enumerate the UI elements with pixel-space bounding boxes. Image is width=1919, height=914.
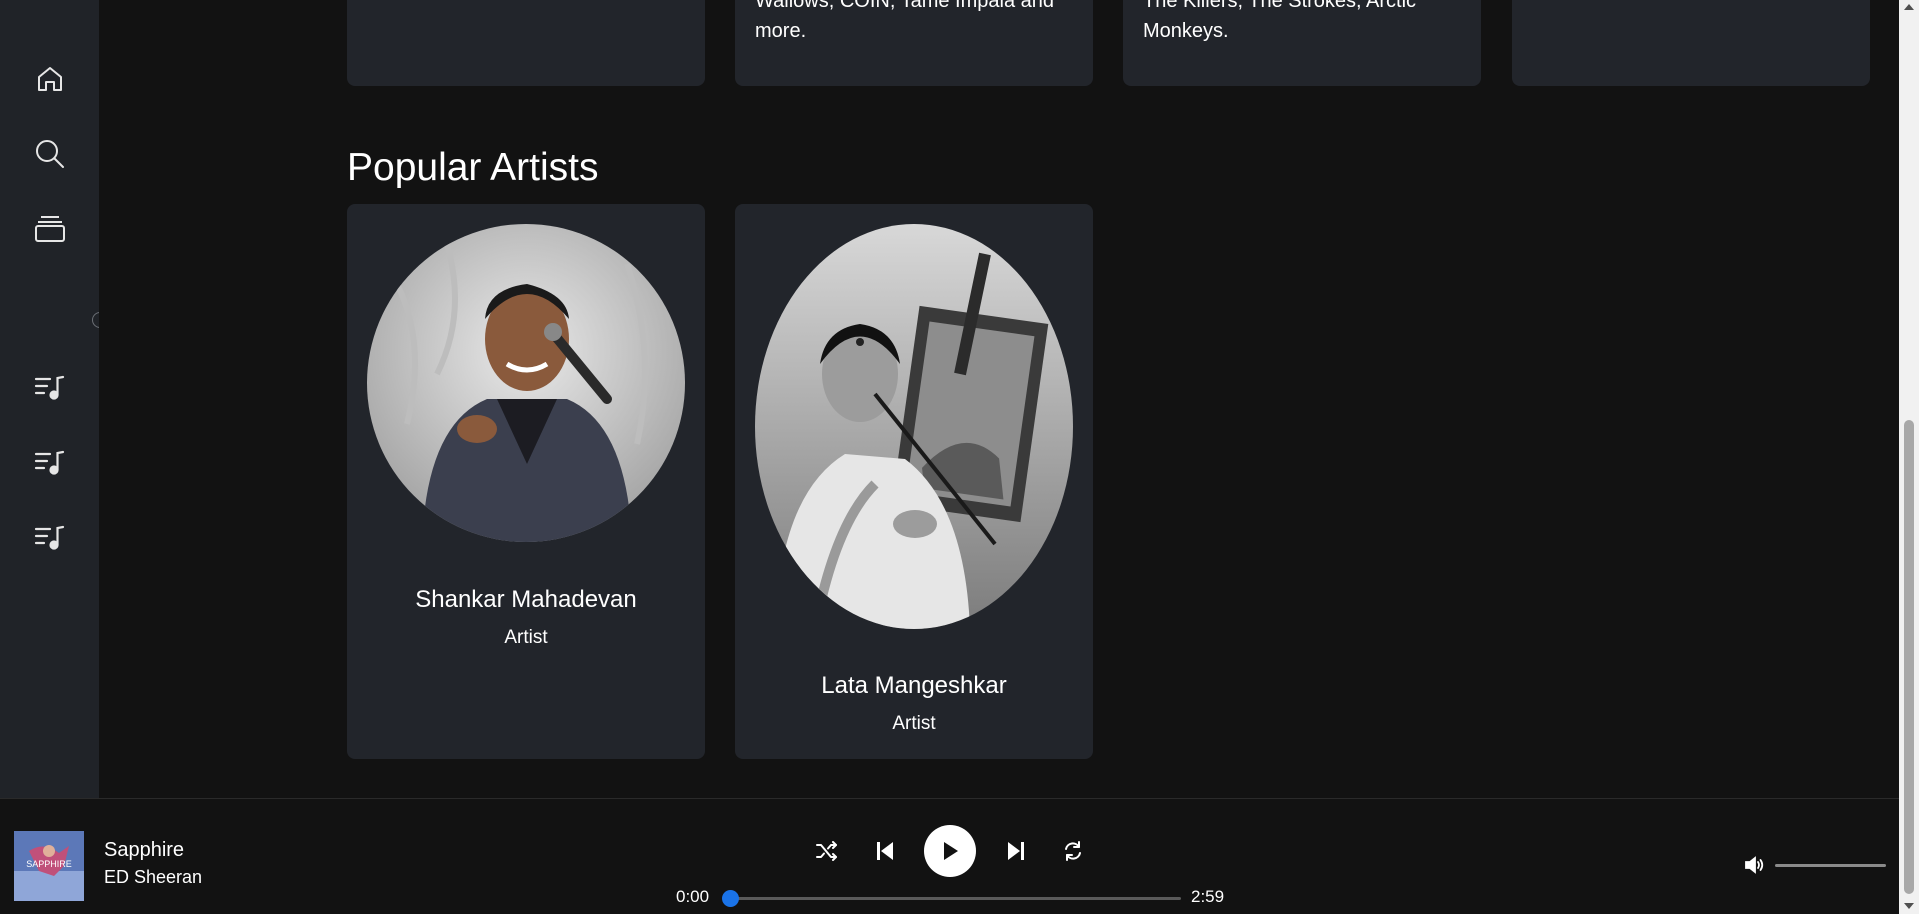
scroll-down-arrow-icon[interactable]	[1904, 903, 1914, 909]
artist-role: Artist	[504, 627, 548, 648]
total-time: 2:59	[1191, 887, 1225, 906]
scrollbar-thumb[interactable]	[1904, 420, 1914, 894]
playlist-icon[interactable]	[30, 443, 70, 483]
playlist-card[interactable]	[1512, 0, 1870, 86]
track-title: Sapphire	[104, 839, 185, 861]
repeat-icon[interactable]	[1061, 839, 1085, 863]
shuffle-icon[interactable]	[815, 839, 839, 863]
volume-icon[interactable]	[1743, 855, 1765, 875]
scroll-up-arrow-icon[interactable]	[1904, 4, 1914, 10]
search-icon[interactable]	[30, 134, 70, 174]
album-cover[interactable]: SAPPHIRE	[14, 831, 84, 901]
sidebar	[0, 0, 108, 798]
play-icon	[944, 842, 958, 860]
artist-photo	[755, 224, 1073, 629]
playlist-card-description: Wallows, COIN, Tame Impala and more.	[755, 0, 1054, 42]
section-title: Popular Artists	[347, 146, 599, 189]
artist-role: Artist	[892, 713, 936, 734]
current-time: 0:00	[676, 887, 710, 906]
volume-slider[interactable]	[1775, 864, 1886, 867]
artist-card[interactable]: Shankar Mahadevan Artist	[347, 204, 705, 759]
library-icon[interactable]	[30, 209, 70, 249]
album-cover-text: SAPPHIRE	[26, 859, 72, 869]
artist-name: Lata Mangeshkar	[821, 672, 1007, 699]
progress-bar[interactable]	[722, 890, 1181, 907]
artist-photo	[367, 224, 685, 542]
track-artist: ED Sheeran	[104, 867, 203, 887]
playlist-card-description: The Killers, The Strokes, Arctic Monkeys…	[1143, 0, 1417, 42]
previous-icon[interactable]	[873, 839, 897, 863]
play-button[interactable]	[924, 825, 976, 877]
next-icon[interactable]	[1004, 839, 1028, 863]
progress-knob[interactable]	[722, 890, 739, 907]
artist-name: Shankar Mahadevan	[415, 586, 637, 613]
playlist-card[interactable]: Wallows, COIN, Tame Impala and more.	[735, 0, 1093, 86]
playlist-icon[interactable]	[30, 518, 70, 558]
page-scrollbar[interactable]	[1899, 0, 1919, 914]
playlist-card[interactable]: The Killers, The Strokes, Arctic Monkeys…	[1123, 0, 1481, 86]
playlist-card[interactable]	[347, 0, 705, 86]
home-icon[interactable]	[30, 59, 70, 99]
artist-card[interactable]: Lata Mangeshkar Artist	[735, 204, 1093, 759]
main-content: Wallows, COIN, Tame Impala and more. The…	[99, 0, 1899, 798]
playlist-icon[interactable]	[30, 368, 70, 408]
player-bar: SAPPHIRE Sapphire ED Sheeran 0:00 2:59	[0, 798, 1899, 914]
app-root: Wallows, COIN, Tame Impala and more. The…	[0, 0, 1919, 914]
